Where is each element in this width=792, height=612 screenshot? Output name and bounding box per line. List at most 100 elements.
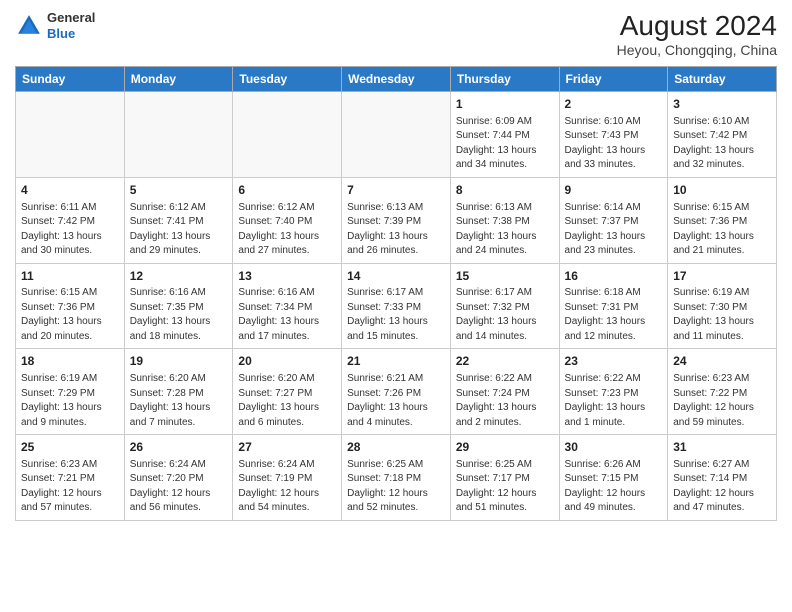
day-number: 4	[21, 182, 119, 199]
calendar-cell-w1-d4	[342, 92, 451, 178]
col-wednesday: Wednesday	[342, 67, 451, 92]
day-info: Sunrise: 6:14 AM Sunset: 7:37 PM Dayligh…	[565, 201, 663, 259]
day-info: Sunrise: 6:13 AM Sunset: 7:39 PM Dayligh…	[347, 201, 445, 259]
calendar-cell-w1-d3	[233, 92, 342, 178]
day-info: Sunrise: 6:12 AM Sunset: 7:41 PM Dayligh…	[130, 201, 228, 259]
day-number: 14	[347, 268, 445, 285]
logo-text: General Blue	[47, 10, 95, 41]
day-number: 6	[238, 182, 336, 199]
calendar-cell-w1-d7: 3 Sunrise: 6:10 AM Sunset: 7:42 PM Daylig…	[668, 92, 777, 178]
day-info: Sunrise: 6:15 AM Sunset: 7:36 PM Dayligh…	[673, 201, 771, 259]
logo-blue: Blue	[47, 26, 95, 42]
day-info: Sunrise: 6:20 AM Sunset: 7:27 PM Dayligh…	[238, 372, 336, 430]
calendar-cell-w1-d5: 1Sunrise: 6:09 AM Sunset: 7:44 PM Daylig…	[450, 92, 559, 178]
day-number: 3	[673, 96, 771, 113]
day-info: Sunrise: 6:24 AM Sunset: 7:20 PM Dayligh…	[130, 458, 228, 516]
day-info: Sunrise: 6:17 AM Sunset: 7:33 PM Dayligh…	[347, 286, 445, 344]
location: Heyou, Chongqing, China	[617, 42, 777, 58]
day-number: 25	[21, 439, 119, 456]
calendar-cell-w3-d7: 17Sunrise: 6:19 AM Sunset: 7:30 PM Dayli…	[668, 263, 777, 349]
calendar-week-5: 25Sunrise: 6:23 AM Sunset: 7:21 PM Dayli…	[16, 435, 777, 521]
calendar-cell-w2-d2: 5 Sunrise: 6:12 AM Sunset: 7:41 PM Daylig…	[124, 177, 233, 263]
calendar-cell-w4-d4: 21 Sunrise: 6:21 AM Sunset: 7:26 PM Dayli…	[342, 349, 451, 435]
day-number: 31	[673, 439, 771, 456]
calendar-cell-w5-d2: 26 Sunrise: 6:24 AM Sunset: 7:20 PM Dayli…	[124, 435, 233, 521]
calendar-cell-w3-d6: 16Sunrise: 6:18 AM Sunset: 7:31 PM Dayli…	[559, 263, 668, 349]
day-info: Sunrise: 6:24 AM Sunset: 7:19 PM Dayligh…	[238, 458, 336, 516]
calendar-cell-w3-d1: 11Sunrise: 6:15 AM Sunset: 7:36 PM Dayli…	[16, 263, 125, 349]
day-info: Sunrise: 6:22 AM Sunset: 7:24 PM Dayligh…	[456, 372, 554, 430]
day-info: Sunrise: 6:13 AM Sunset: 7:38 PM Dayligh…	[456, 201, 554, 259]
day-number: 23	[565, 353, 663, 370]
day-number: 15	[456, 268, 554, 285]
calendar-week-1: 1Sunrise: 6:09 AM Sunset: 7:44 PM Daylig…	[16, 92, 777, 178]
day-number: 2	[565, 96, 663, 113]
day-number: 18	[21, 353, 119, 370]
calendar-cell-w2-d6: 9 Sunrise: 6:14 AM Sunset: 7:37 PM Daylig…	[559, 177, 668, 263]
day-info: Sunrise: 6:23 AM Sunset: 7:22 PM Dayligh…	[673, 372, 771, 430]
day-number: 29	[456, 439, 554, 456]
day-info: Sunrise: 6:26 AM Sunset: 7:15 PM Dayligh…	[565, 458, 663, 516]
calendar-table: Sunday Monday Tuesday Wednesday Thursday…	[15, 66, 777, 521]
day-info: Sunrise: 6:10 AM Sunset: 7:42 PM Dayligh…	[673, 115, 771, 173]
calendar-week-3: 11Sunrise: 6:15 AM Sunset: 7:36 PM Dayli…	[16, 263, 777, 349]
day-info: Sunrise: 6:11 AM Sunset: 7:42 PM Dayligh…	[21, 201, 119, 259]
day-number: 17	[673, 268, 771, 285]
day-number: 13	[238, 268, 336, 285]
calendar-cell-w3-d2: 12Sunrise: 6:16 AM Sunset: 7:35 PM Dayli…	[124, 263, 233, 349]
calendar-cell-w4-d5: 22 Sunrise: 6:22 AM Sunset: 7:24 PM Dayli…	[450, 349, 559, 435]
day-info: Sunrise: 6:19 AM Sunset: 7:30 PM Dayligh…	[673, 286, 771, 344]
day-number: 19	[130, 353, 228, 370]
calendar-cell-w2-d5: 8 Sunrise: 6:13 AM Sunset: 7:38 PM Daylig…	[450, 177, 559, 263]
logo-general: General	[47, 10, 95, 26]
day-info: Sunrise: 6:27 AM Sunset: 7:14 PM Dayligh…	[673, 458, 771, 516]
day-number: 7	[347, 182, 445, 199]
day-number: 27	[238, 439, 336, 456]
calendar-cell-w4-d2: 19Sunrise: 6:20 AM Sunset: 7:28 PM Dayli…	[124, 349, 233, 435]
calendar-week-2: 4 Sunrise: 6:11 AM Sunset: 7:42 PM Daylig…	[16, 177, 777, 263]
calendar-cell-w5-d7: 31 Sunrise: 6:27 AM Sunset: 7:14 PM Dayli…	[668, 435, 777, 521]
day-info: Sunrise: 6:25 AM Sunset: 7:18 PM Dayligh…	[347, 458, 445, 516]
calendar-week-4: 18 Sunrise: 6:19 AM Sunset: 7:29 PM Dayli…	[16, 349, 777, 435]
day-number: 9	[565, 182, 663, 199]
day-number: 5	[130, 182, 228, 199]
calendar-cell-w1-d2	[124, 92, 233, 178]
day-info: Sunrise: 6:21 AM Sunset: 7:26 PM Dayligh…	[347, 372, 445, 430]
day-info: Sunrise: 6:16 AM Sunset: 7:34 PM Dayligh…	[238, 286, 336, 344]
title-block: August 2024 Heyou, Chongqing, China	[617, 10, 777, 58]
calendar-cell-w2-d4: 7 Sunrise: 6:13 AM Sunset: 7:39 PM Daylig…	[342, 177, 451, 263]
calendar-cell-w4-d7: 24 Sunrise: 6:23 AM Sunset: 7:22 PM Dayli…	[668, 349, 777, 435]
page-container: General Blue August 2024 Heyou, Chongqin…	[0, 0, 792, 612]
col-friday: Friday	[559, 67, 668, 92]
day-number: 24	[673, 353, 771, 370]
logo: General Blue	[15, 10, 95, 41]
generalblue-icon	[15, 12, 43, 40]
calendar-cell-w1-d1	[16, 92, 125, 178]
day-number: 11	[21, 268, 119, 285]
day-number: 21	[347, 353, 445, 370]
day-number: 22	[456, 353, 554, 370]
month-year: August 2024	[617, 10, 777, 42]
day-number: 30	[565, 439, 663, 456]
col-thursday: Thursday	[450, 67, 559, 92]
calendar-cell-w2-d7: 10 Sunrise: 6:15 AM Sunset: 7:36 PM Dayli…	[668, 177, 777, 263]
day-info: Sunrise: 6:19 AM Sunset: 7:29 PM Dayligh…	[21, 372, 119, 430]
day-number: 28	[347, 439, 445, 456]
header: General Blue August 2024 Heyou, Chongqin…	[15, 10, 777, 58]
calendar-cell-w5-d1: 25Sunrise: 6:23 AM Sunset: 7:21 PM Dayli…	[16, 435, 125, 521]
calendar-cell-w5-d3: 27 Sunrise: 6:24 AM Sunset: 7:19 PM Dayli…	[233, 435, 342, 521]
day-number: 10	[673, 182, 771, 199]
day-number: 8	[456, 182, 554, 199]
day-info: Sunrise: 6:10 AM Sunset: 7:43 PM Dayligh…	[565, 115, 663, 173]
calendar-cell-w4-d6: 23Sunrise: 6:22 AM Sunset: 7:23 PM Dayli…	[559, 349, 668, 435]
calendar-cell-w3-d4: 14Sunrise: 6:17 AM Sunset: 7:33 PM Dayli…	[342, 263, 451, 349]
day-number: 16	[565, 268, 663, 285]
day-number: 26	[130, 439, 228, 456]
calendar-cell-w3-d3: 13Sunrise: 6:16 AM Sunset: 7:34 PM Dayli…	[233, 263, 342, 349]
calendar-cell-w5-d6: 30 Sunrise: 6:26 AM Sunset: 7:15 PM Dayli…	[559, 435, 668, 521]
calendar-header-row: Sunday Monday Tuesday Wednesday Thursday…	[16, 67, 777, 92]
calendar-cell-w3-d5: 15Sunrise: 6:17 AM Sunset: 7:32 PM Dayli…	[450, 263, 559, 349]
day-number: 1	[456, 96, 554, 113]
day-info: Sunrise: 6:15 AM Sunset: 7:36 PM Dayligh…	[21, 286, 119, 344]
calendar-cell-w5-d4: 28 Sunrise: 6:25 AM Sunset: 7:18 PM Dayli…	[342, 435, 451, 521]
